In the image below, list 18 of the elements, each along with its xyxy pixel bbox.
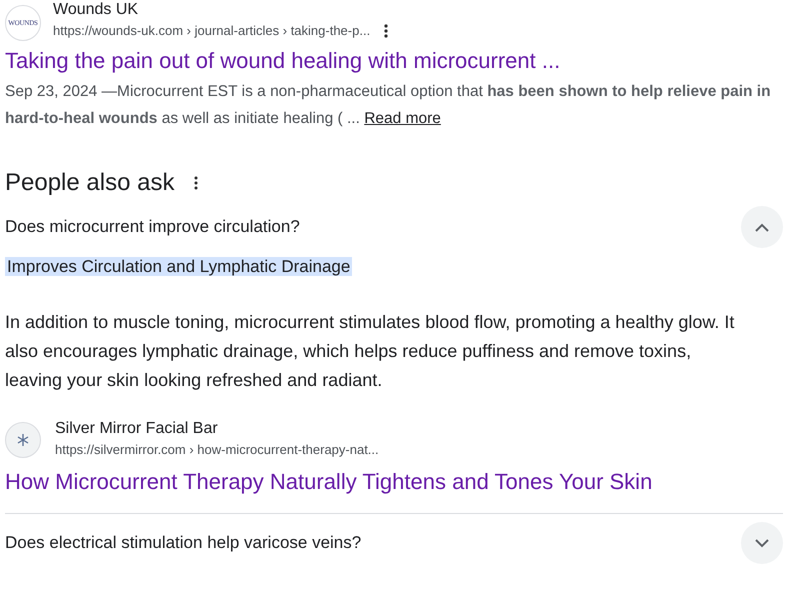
snowflake-icon — [16, 433, 30, 447]
question-text[interactable]: Does electrical stimulation help varicose veins? — [5, 533, 362, 553]
chevron-icon — [755, 538, 769, 548]
result-url: https://silvermirror.com › how-microcurrent-therapy-nat... — [55, 441, 379, 459]
answer-paragraph: In addition to muscle toning, microcurrent stimulates blood flow, promoting a healthy glow. It also encourages lymphatic drainage, which helps reduce puffiness and remove toxins, leaving your skin looking refreshed and radiant. — [5, 311, 736, 392]
site-name: Silver Mirror Facial Bar — [55, 419, 219, 439]
site-name: Wounds UK — [53, 0, 140, 20]
section-heading: People also ask — [5, 168, 174, 198]
result-snippet: Sep 23, 2024 —Microcurrent EST is a non-pharmaceutical option that has been shown to help relieve pain in hard-to-heal wounds as well as initiate healing ( ... Read more — [5, 82, 772, 129]
question-text[interactable]: Does microcurrent improve circulation? — [5, 217, 300, 237]
more-options-icon[interactable] — [384, 24, 388, 38]
read-more-link[interactable]: Read more — [364, 110, 441, 127]
more-options-icon[interactable] — [194, 176, 198, 190]
result-url: https://wounds-uk.com › journal-articles › taking-the-p... — [53, 22, 370, 40]
highlighted-answer: Improves Circulation and Lymphatic Drainage — [5, 257, 352, 276]
chevron-icon — [755, 222, 769, 232]
source-title-link[interactable]: How Microcurrent Therapy Naturally Tightens and Tones Your Skin — [5, 467, 783, 497]
result-title-link[interactable]: Taking the pain out of wound healing with microcurrent ... — [5, 46, 799, 76]
